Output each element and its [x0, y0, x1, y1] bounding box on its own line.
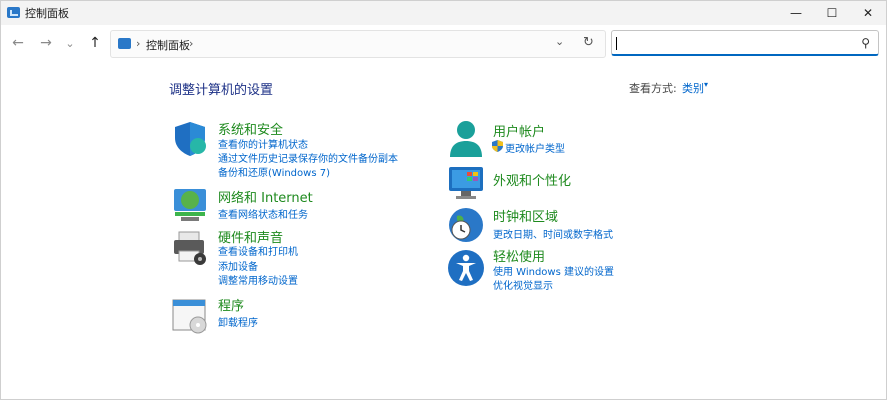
back-arrow-icon: ← [12, 35, 24, 51]
category-link[interactable]: 更改帐户类型 [505, 140, 565, 155]
minimize-icon: — [790, 6, 802, 20]
category-link[interactable]: 查看你的计算机状态 [218, 136, 308, 151]
category-link[interactable]: 通过文件历史记录保存你的文件备份副本 [218, 150, 398, 165]
category-title[interactable]: 时钟和区域 [493, 206, 558, 225]
chevron-down-icon: ⌄ [65, 36, 75, 50]
up-button[interactable]: ↑ [86, 34, 104, 52]
title-bar: 控制面板 — ☐ ✕ [1, 1, 886, 25]
category-link[interactable]: 使用 Windows 建议的设置 [493, 263, 614, 278]
category-title[interactable]: 外观和个性化 [493, 170, 571, 189]
close-button[interactable]: ✕ [850, 1, 886, 25]
category-link[interactable]: 查看设备和打印机 [218, 243, 298, 258]
breadcrumb-separator-icon[interactable]: › [189, 37, 193, 50]
search-input[interactable]: ⚲ [611, 30, 879, 56]
forward-arrow-icon: → [40, 35, 52, 51]
window-title: 控制面板 [25, 7, 69, 20]
printer-icon[interactable] [171, 229, 209, 267]
breadcrumb-separator-icon[interactable]: › [136, 37, 140, 50]
chevron-down-icon[interactable]: ⌄ [555, 35, 564, 48]
page-title: 调整计算机的设置 [169, 83, 274, 98]
maximize-button[interactable]: ☐ [814, 1, 850, 25]
category-link[interactable]: 更改日期、时间或数字格式 [493, 226, 613, 241]
network-icon[interactable] [171, 186, 209, 224]
search-icon[interactable]: ⚲ [861, 36, 870, 50]
close-icon: ✕ [862, 6, 874, 20]
refresh-icon[interactable]: ↻ [583, 35, 594, 50]
maximize-icon: ☐ [826, 6, 838, 20]
category-link[interactable]: 优化视觉显示 [493, 277, 553, 292]
breadcrumb-control-panel[interactable]: 控制面板 [146, 37, 190, 53]
control-panel-icon [7, 7, 20, 18]
minimize-button[interactable]: — [778, 1, 814, 25]
text-caret [616, 37, 617, 50]
category-link[interactable]: 调整常用移动设置 [218, 272, 298, 287]
control-panel-window: 控制面板 — ☐ ✕ ← → ⌄ ↑ › 控制面板 › ⌄ ↻ ⚲ 调整计算机的… [0, 0, 887, 400]
recent-locations-button[interactable]: ⌄ [61, 34, 79, 52]
clock-globe-icon[interactable] [447, 206, 485, 244]
view-by-label: 查看方式: [629, 82, 677, 95]
back-button[interactable]: ← [9, 34, 27, 52]
accessibility-icon[interactable] [447, 249, 485, 287]
up-arrow-icon: ↑ [89, 35, 101, 51]
uac-shield-icon [492, 140, 503, 152]
category-link[interactable]: 添加设备 [218, 258, 258, 273]
programs-icon[interactable] [171, 297, 209, 335]
shield-icon[interactable] [171, 119, 209, 157]
view-by-dropdown[interactable]: 类别 [682, 80, 704, 96]
chevron-down-icon[interactable]: ▾ [704, 80, 708, 89]
category-title[interactable]: 网络和 Internet [218, 187, 313, 206]
category-link[interactable]: 查看网络状态和任务 [218, 206, 308, 221]
appearance-icon[interactable] [447, 164, 485, 202]
category-link[interactable]: 卸载程序 [218, 314, 258, 329]
category-title[interactable]: 程序 [218, 295, 244, 314]
address-bar[interactable]: › 控制面板 › ⌄ ↻ [110, 30, 606, 58]
forward-button[interactable]: → [37, 34, 55, 52]
category-link[interactable]: 备份和还原(Windows 7) [218, 164, 330, 179]
control-panel-icon [118, 38, 131, 49]
category-title[interactable]: 用户帐户 [493, 121, 545, 140]
user-icon[interactable] [447, 119, 485, 157]
